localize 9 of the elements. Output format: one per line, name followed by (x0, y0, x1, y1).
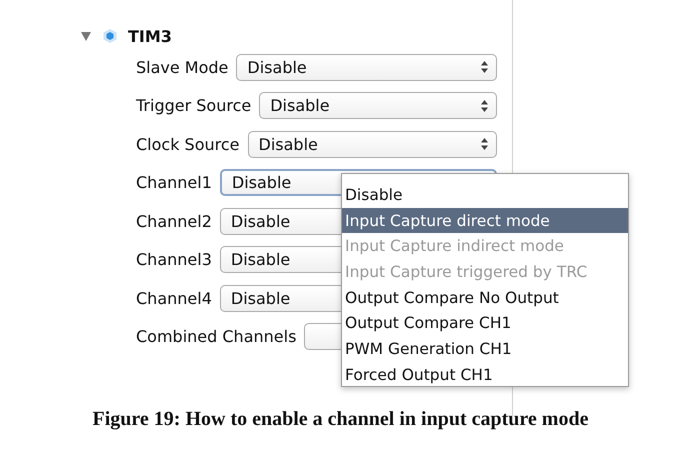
setting-label: Channel1 (136, 173, 212, 192)
setting-label: Trigger Source (136, 96, 252, 116)
setting-label: Channel2 (136, 212, 212, 231)
setting-label: Channel4 (136, 288, 212, 308)
setting-label: Combined Channels (136, 327, 296, 346)
setting-label: Channel3 (136, 250, 212, 270)
setting-label: Slave Mode (136, 58, 228, 77)
figure-caption: Figure 19: How to enable a channel in input capture mode (92, 408, 588, 430)
setting-label: Clock Source (136, 134, 240, 154)
